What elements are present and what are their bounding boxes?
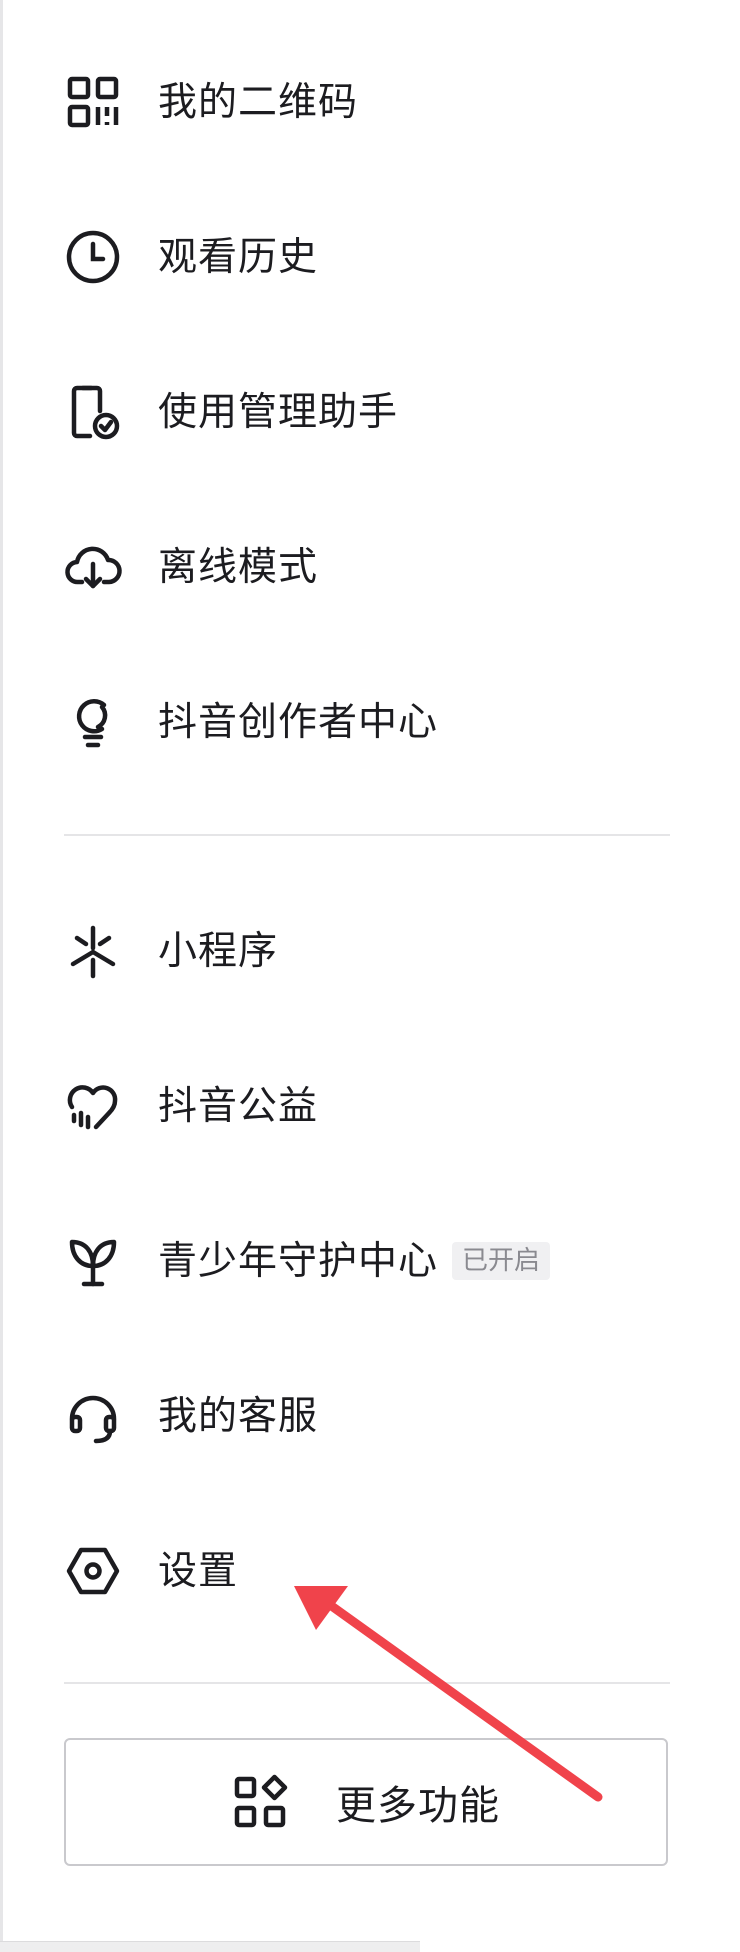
menu-item-label: 我的客服 — [158, 1393, 319, 1439]
more-features-button[interactable]: 更多功能 — [64, 1738, 668, 1866]
menu-item-watch-history[interactable]: 观看历史 — [64, 202, 674, 312]
sprout-icon — [64, 1232, 122, 1290]
menu-item-my-qr-code[interactable]: 我的二维码 — [64, 47, 674, 157]
menu-item-creator-center[interactable]: 抖音创作者中心 — [64, 667, 674, 777]
section-divider — [64, 834, 670, 836]
menu-item-label: 我的二维码 — [158, 79, 359, 125]
menu-item-customer-service[interactable]: 我的客服 — [64, 1361, 674, 1471]
charity-heart-icon — [64, 1077, 122, 1135]
cloud-download-icon — [64, 538, 122, 596]
menu-item-label: 抖音公益 — [158, 1083, 319, 1129]
mini-program-icon — [64, 922, 122, 980]
headset-icon — [64, 1387, 122, 1445]
clock-icon — [64, 228, 122, 286]
menu-item-settings[interactable]: 设置 — [64, 1516, 674, 1626]
menu-item-charity[interactable]: 抖音公益 — [64, 1051, 674, 1161]
phone-check-icon — [64, 383, 122, 441]
menu-item-label: 小程序 — [158, 928, 279, 974]
menu-item-youth-protection[interactable]: 青少年守护中心 已开启 — [64, 1206, 674, 1316]
menu-item-label: 使用管理助手 — [158, 389, 399, 435]
section-divider — [64, 1682, 670, 1684]
menu-item-label: 离线模式 — [158, 544, 319, 590]
more-features-label: 更多功能 — [336, 1783, 500, 1829]
settings-hexagon-icon — [64, 1542, 122, 1600]
grid-apps-icon — [232, 1774, 288, 1830]
menu-item-usage-management[interactable]: 使用管理助手 — [64, 357, 674, 467]
menu-item-label: 青少年守护中心 — [158, 1238, 439, 1284]
qr-code-icon — [64, 73, 122, 131]
menu-item-label: 设置 — [158, 1548, 239, 1594]
bottom-bar — [0, 1941, 420, 1952]
panel-left-edge — [0, 0, 3, 1952]
status-badge: 已开启 — [452, 1242, 551, 1280]
lightbulb-icon — [64, 693, 122, 751]
menu-item-offline-mode[interactable]: 离线模式 — [64, 512, 674, 622]
menu-item-label: 观看历史 — [158, 234, 319, 280]
menu-item-mini-programs[interactable]: 小程序 — [64, 896, 674, 1006]
menu-item-label: 抖音创作者中心 — [158, 699, 439, 745]
